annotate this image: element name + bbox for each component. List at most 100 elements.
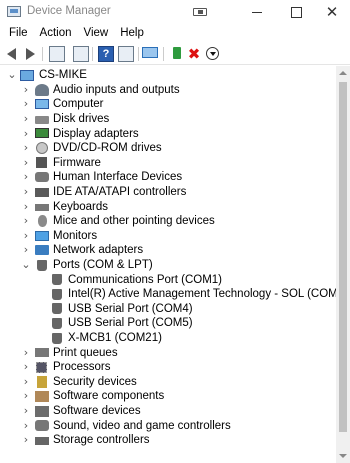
tree-item[interactable]: › Security devices <box>0 375 336 390</box>
tree-item-label: Ports (COM & LPT) <box>53 259 153 272</box>
port-device-label: USB Serial Port (COM5) <box>68 317 193 330</box>
expand-icon[interactable]: › <box>21 230 31 241</box>
computer-icon <box>35 99 49 110</box>
expand-icon[interactable]: › <box>21 98 31 109</box>
window-pin-icon[interactable] <box>193 8 207 16</box>
tree-item-label: Keyboards <box>53 200 108 213</box>
scrollbar-thumb[interactable] <box>339 82 347 432</box>
back-icon[interactable] <box>7 48 16 60</box>
help-icon[interactable]: ? <box>98 46 114 62</box>
software-device-icon <box>35 405 49 417</box>
vertical-scrollbar[interactable] <box>336 66 350 463</box>
menu-file[interactable]: File <box>3 24 34 43</box>
tree-item[interactable]: › Disk drives <box>0 112 336 127</box>
tree-item[interactable]: › Audio inputs and outputs <box>0 83 336 98</box>
properties-pane-icon[interactable] <box>49 46 65 62</box>
maximize-button[interactable] <box>276 0 316 24</box>
sound-icon <box>35 420 49 432</box>
tree-item[interactable]: › DVD/CD-ROM drives <box>0 141 336 156</box>
expand-icon[interactable]: › <box>21 113 31 124</box>
network-icon <box>35 245 49 256</box>
disk-icon <box>35 115 49 124</box>
update-driver-icon[interactable] <box>173 47 181 59</box>
tree-item-label: Human Interface Devices <box>53 171 183 184</box>
tree-root[interactable]: ⌄ CS-MIKE <box>0 68 336 83</box>
expand-icon[interactable]: › <box>21 434 31 445</box>
close-button[interactable]: ✕ <box>312 0 350 24</box>
expand-icon[interactable]: › <box>21 347 31 358</box>
tree-item[interactable]: › IDE ATA/ATAPI controllers <box>0 185 336 200</box>
device-manager-app-icon <box>7 6 21 17</box>
expand-icon[interactable]: › <box>21 376 31 387</box>
menu-help[interactable]: Help <box>114 24 150 43</box>
port-device-item[interactable]: USB Serial Port (COM4) <box>0 302 336 317</box>
forward-icon[interactable] <box>26 48 35 60</box>
tree-item[interactable]: › Software components <box>0 389 336 404</box>
expand-icon[interactable]: › <box>21 171 31 182</box>
toolbar-separator <box>42 47 43 61</box>
expand-icon[interactable]: › <box>21 390 31 401</box>
expand-icon[interactable]: › <box>21 186 31 197</box>
tree-item-label: Mice and other pointing devices <box>53 215 215 228</box>
port-icon <box>37 259 47 271</box>
tree-item[interactable]: › Monitors <box>0 229 336 244</box>
console-tree-icon[interactable] <box>73 46 89 62</box>
tree-item[interactable]: › Print queues <box>0 345 336 360</box>
tree-item[interactable]: › Storage controllers <box>0 433 336 448</box>
disable-icon[interactable] <box>206 47 219 60</box>
expand-icon[interactable]: › <box>21 142 31 153</box>
tree-item-label: Security devices <box>53 375 137 388</box>
expand-icon[interactable]: › <box>21 244 31 255</box>
collapse-icon[interactable]: ⌄ <box>21 259 31 270</box>
port-device-item[interactable]: Communications Port (COM1) <box>0 272 336 287</box>
tree-item-label: Firmware <box>53 156 101 169</box>
menu-view[interactable]: View <box>78 24 115 43</box>
minimize-button[interactable] <box>236 0 276 24</box>
tree-item-label: Sound, video and game controllers <box>53 419 231 432</box>
printer-icon <box>35 348 49 358</box>
toolbar-separator <box>163 47 164 61</box>
tree-item[interactable]: › Display adapters <box>0 126 336 141</box>
tree-item[interactable]: › Computer <box>0 97 336 112</box>
speaker-icon <box>35 83 49 96</box>
properties-icon[interactable] <box>118 46 134 62</box>
window-title: Device Manager <box>27 5 111 17</box>
expand-icon[interactable]: › <box>21 201 31 212</box>
menu-action[interactable]: Action <box>34 24 78 43</box>
expand-icon[interactable]: › <box>21 128 31 139</box>
port-device-item[interactable]: Intel(R) Active Management Technology - … <box>0 287 336 302</box>
expand-icon[interactable]: › <box>21 215 31 226</box>
tree-item[interactable]: ⌄ Ports (COM & LPT) <box>0 258 336 273</box>
tree-item[interactable]: › Sound, video and game controllers <box>0 418 336 433</box>
processor-icon <box>36 361 47 373</box>
storage-icon <box>35 437 49 445</box>
tree-item[interactable]: › Network adapters <box>0 243 336 258</box>
tree-item[interactable]: › Human Interface Devices <box>0 170 336 185</box>
expand-icon[interactable]: › <box>21 157 31 168</box>
port-device-item[interactable]: USB Serial Port (COM5) <box>0 316 336 331</box>
scroll-down-icon[interactable] <box>336 449 350 463</box>
expand-icon[interactable]: › <box>21 361 31 372</box>
port-device-item[interactable]: X-MCB1 (COM21) <box>0 331 336 346</box>
toolbar-separator <box>138 47 139 61</box>
tree-item[interactable]: › Firmware <box>0 156 336 171</box>
tree-item-label: Audio inputs and outputs <box>53 83 180 96</box>
monitor-icon <box>35 230 49 241</box>
toolbar: ? ✖ <box>0 43 350 65</box>
firmware-icon <box>36 157 47 169</box>
collapse-icon[interactable]: ⌄ <box>7 69 17 80</box>
expand-icon[interactable]: › <box>21 405 31 416</box>
expand-icon[interactable]: › <box>21 420 31 431</box>
port-icon <box>52 274 62 286</box>
scan-hardware-icon[interactable] <box>142 47 158 58</box>
tree-item[interactable]: › Software devices <box>0 404 336 419</box>
computer-icon <box>20 70 34 81</box>
scroll-up-icon[interactable] <box>336 66 350 80</box>
tree-item[interactable]: › Mice and other pointing devices <box>0 214 336 229</box>
uninstall-icon[interactable]: ✖ <box>186 46 202 62</box>
port-icon <box>52 317 62 329</box>
tree-item-label: Disk drives <box>53 113 110 126</box>
expand-icon[interactable]: › <box>21 84 31 95</box>
tree-item[interactable]: › Keyboards <box>0 199 336 214</box>
tree-item[interactable]: › Processors <box>0 360 336 375</box>
